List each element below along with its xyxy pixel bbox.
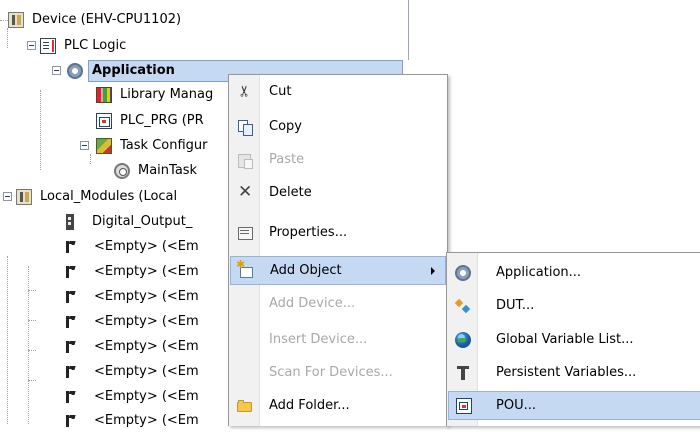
submenu-item-label: Persistent Variables... xyxy=(496,365,637,380)
menu-item-label: Add Folder... xyxy=(269,398,350,413)
collapse-task-configuration-icon[interactable] xyxy=(80,141,89,150)
tree-node-local-modules[interactable]: Local_Modules (Local xyxy=(16,186,180,208)
submenu-item-label: Application... xyxy=(496,265,582,280)
submenu-item-label: DUT... xyxy=(496,298,535,313)
main-task-icon xyxy=(114,163,130,179)
menu-item-delete[interactable]: Delete xyxy=(230,178,446,207)
application-icon xyxy=(67,63,83,79)
tree-node-device-label: Device (EHV-CPU1102) xyxy=(32,12,182,27)
context-menu: Cut Copy Paste Delete Properties... Add … xyxy=(228,74,448,426)
menu-item-paste: Paste xyxy=(230,145,446,174)
menu-item-cut[interactable]: Cut xyxy=(230,77,446,106)
dut-icon xyxy=(455,298,471,314)
pou-icon xyxy=(456,397,472,414)
tree-node-empty-slot[interactable]: <Empty> (<Em xyxy=(62,236,202,258)
menu-item-add-folder[interactable]: Add Folder... xyxy=(230,391,446,420)
menu-item-label: Properties... xyxy=(269,225,348,240)
empty-slot-label: <Empty> (<Em xyxy=(94,389,199,404)
persistent-variables-icon xyxy=(455,365,471,381)
menu-item-copy[interactable]: Copy xyxy=(230,112,446,141)
submenu-arrow-icon xyxy=(431,267,435,275)
menu-item-label: Copy xyxy=(269,119,302,134)
tree-node-plc-logic-label: PLC Logic xyxy=(64,38,127,53)
device-icon xyxy=(8,12,24,28)
empty-slot-icon xyxy=(66,264,76,280)
paste-icon xyxy=(237,152,253,169)
empty-slot-icon xyxy=(66,364,76,380)
tree-node-digital-output-label: Digital_Output_ xyxy=(92,214,193,229)
submenu-item-dut[interactable]: DUT... xyxy=(448,291,700,320)
empty-slot-icon xyxy=(66,413,76,429)
submenu-item-pou[interactable]: POU... xyxy=(448,391,700,420)
submenu-item-application[interactable]: Application... xyxy=(448,258,700,287)
submenu-item-label: POU... xyxy=(496,398,536,413)
empty-slot-icon xyxy=(66,314,76,330)
tree-node-plc-prg-label: PLC_PRG (PR xyxy=(120,113,204,128)
empty-slot-label: <Empty> (<Em xyxy=(94,239,199,254)
empty-slot-icon xyxy=(66,339,76,355)
empty-slot-icon xyxy=(66,239,76,255)
tree-node-local-modules-label: Local_Modules (Local xyxy=(40,189,178,204)
tree-node-empty-slot[interactable]: <Empty> (<Em xyxy=(62,286,202,308)
empty-slot-icon xyxy=(66,289,76,305)
tree-node-task-configuration[interactable]: Task Configur xyxy=(96,135,210,157)
tree-node-empty-slot[interactable]: <Empty> (<Em xyxy=(62,261,202,283)
tree-node-device[interactable]: Device (EHV-CPU1102) xyxy=(8,9,184,31)
task-configuration-icon xyxy=(96,138,112,154)
menu-item-insert-device: Insert Device... xyxy=(230,325,446,354)
io-module-icon xyxy=(66,214,74,230)
tree-node-digital-output[interactable]: Digital_Output_ xyxy=(62,211,195,233)
tree-node-empty-slot[interactable]: <Empty> (<Em xyxy=(62,311,202,333)
collapse-application-icon[interactable] xyxy=(52,66,61,75)
tree-node-empty-slot[interactable]: <Empty> (<Em xyxy=(62,386,202,408)
collapse-plc-logic-icon[interactable] xyxy=(27,41,36,50)
menu-item-label: Add Device... xyxy=(269,296,356,311)
tree-node-main-task[interactable]: MainTask xyxy=(114,160,200,182)
empty-slot-label: <Empty> (<Em xyxy=(94,289,199,304)
menu-item-label: Scan For Devices... xyxy=(269,365,393,380)
empty-slot-label: <Empty> (<Em xyxy=(94,364,199,379)
submenu-item-label: Global Variable List... xyxy=(496,332,634,347)
tree-node-main-task-label: MainTask xyxy=(138,163,198,178)
plc-logic-icon xyxy=(40,38,56,54)
empty-slot-label: <Empty> (<Em xyxy=(94,339,199,354)
add-object-icon xyxy=(236,258,254,279)
menu-item-label: Add Object xyxy=(270,263,342,278)
menu-item-add-device: Add Device... xyxy=(230,289,446,318)
tree-node-library-manager[interactable]: Library Manag xyxy=(96,84,216,106)
folder-icon xyxy=(237,398,253,414)
menu-item-properties[interactable]: Properties... xyxy=(230,218,446,247)
menu-item-label: Cut xyxy=(269,84,292,99)
properties-icon xyxy=(237,225,253,241)
submenu-item-persistent-variables[interactable]: Persistent Variables... xyxy=(448,358,700,387)
menu-item-label: Paste xyxy=(269,152,305,167)
tree-node-task-configuration-label: Task Configur xyxy=(120,138,208,153)
library-manager-icon xyxy=(96,87,112,103)
menu-item-scan-for-devices: Scan For Devices... xyxy=(230,358,446,387)
tree-node-empty-slot[interactable]: <Empty> (<Em xyxy=(62,336,202,358)
collapse-local-modules-icon[interactable] xyxy=(3,192,12,201)
tree-node-empty-slot[interactable]: <Empty> (<Em xyxy=(62,410,202,432)
application-icon xyxy=(455,264,471,281)
add-object-submenu: Application... DUT... Global Variable Li… xyxy=(446,252,700,426)
menu-item-label: Delete xyxy=(269,185,312,200)
global-variable-list-icon xyxy=(455,331,471,348)
menu-item-label: Insert Device... xyxy=(269,332,368,347)
menu-item-add-object[interactable]: Add Object xyxy=(230,256,446,285)
tree-node-empty-slot[interactable]: <Empty> (<Em xyxy=(62,361,202,383)
empty-slot-icon xyxy=(66,389,76,405)
tree-node-plc-logic[interactable]: PLC Logic xyxy=(40,35,129,57)
local-modules-icon xyxy=(16,189,32,205)
empty-slot-label: <Empty> (<Em xyxy=(94,413,199,428)
tree-node-plc-prg[interactable]: PLC_PRG (PR xyxy=(96,110,207,132)
pou-program-icon xyxy=(96,113,112,129)
delete-icon xyxy=(237,182,253,202)
submenu-item-global-variable-list[interactable]: Global Variable List... xyxy=(448,325,700,354)
tree-node-library-manager-label: Library Manag xyxy=(120,87,214,102)
empty-slot-label: <Empty> (<Em xyxy=(94,264,199,279)
tree-border xyxy=(408,0,409,60)
empty-slot-label: <Empty> (<Em xyxy=(94,314,199,329)
copy-icon xyxy=(237,119,253,136)
cut-icon xyxy=(237,84,253,100)
